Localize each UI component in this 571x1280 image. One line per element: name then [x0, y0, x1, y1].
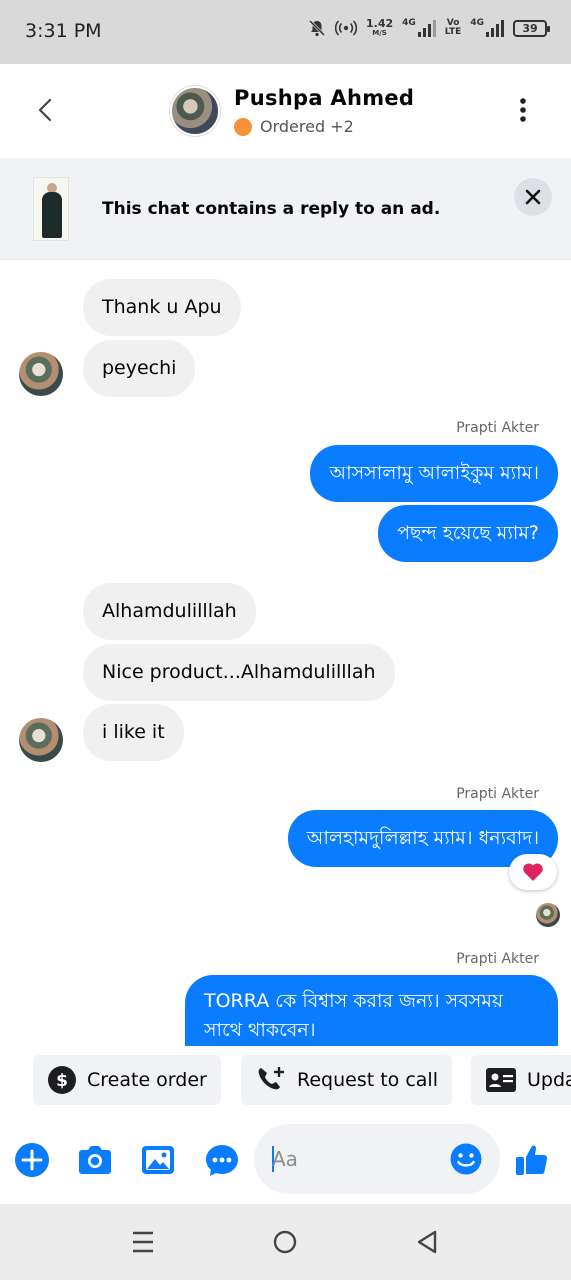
chat-dots-icon	[206, 1145, 238, 1176]
message-composer	[0, 1118, 571, 1204]
incoming-message[interactable]: Thank u Apu	[83, 279, 241, 336]
sender-avatar[interactable]	[19, 718, 63, 762]
system-back-button[interactable]	[409, 1224, 445, 1260]
outgoing-message[interactable]: আসসালামু আলাইকুম ম্যাম।	[310, 445, 558, 502]
quick-actions-bar[interactable]: $ Create order Request to call Upda	[0, 1046, 571, 1118]
ad-reply-banner: This chat contains a reply to an ad.	[0, 158, 571, 260]
incoming-message[interactable]: peyechi	[83, 340, 196, 397]
create-order-button[interactable]: $ Create order	[33, 1055, 221, 1105]
status-dot	[234, 117, 252, 136]
heart-icon	[523, 863, 543, 881]
request-call-button[interactable]: Request to call	[241, 1055, 452, 1105]
gallery-button[interactable]	[138, 1140, 178, 1180]
ad-thumbnail[interactable]	[33, 177, 69, 241]
chat-header: Pushpa Ahmed Ordered +2	[0, 64, 571, 158]
incoming-message[interactable]: Nice product...Alhamdulilllah	[83, 644, 395, 701]
signal-bars-icon	[417, 19, 436, 37]
phone-plus-icon	[258, 1067, 284, 1090]
network-type-1: 4G	[402, 18, 416, 28]
status-icons: 1.42 M/S 4G Vo LTE 4G 39	[308, 18, 550, 38]
update-label: Upda	[527, 1069, 571, 1091]
data-speed: 1.42 M/S	[366, 18, 393, 38]
more-options-button[interactable]	[508, 92, 538, 128]
like-button[interactable]	[513, 1140, 553, 1180]
sender-name: Prapti Akter	[456, 951, 539, 967]
close-banner-button[interactable]	[514, 178, 552, 216]
back-button[interactable]	[28, 92, 64, 128]
update-button[interactable]: Upda	[471, 1055, 571, 1105]
dollar-circle-icon: $	[48, 1066, 76, 1094]
contact-card-icon	[486, 1068, 516, 1092]
ad-banner-text: This chat contains a reply to an ad.	[102, 199, 441, 219]
contact-avatar[interactable]	[170, 86, 220, 136]
add-button[interactable]	[12, 1140, 52, 1180]
seen-receipt-avatar	[536, 903, 560, 927]
data-speed-unit: M/S	[372, 29, 387, 37]
kebab-menu-icon	[520, 98, 526, 122]
network-type-2: 4G	[470, 18, 484, 28]
data-speed-value: 1.42	[366, 17, 394, 30]
sender-avatar[interactable]	[19, 352, 63, 396]
image-icon	[142, 1146, 174, 1174]
status-bar: 3:31 PM 1.42 M/S 4G Vo LTE 4G 39	[0, 0, 571, 64]
volte-indicator: Vo LTE	[445, 19, 462, 37]
contact-name[interactable]: Pushpa Ahmed	[234, 86, 414, 110]
recent-apps-button[interactable]	[125, 1224, 161, 1260]
triangle-back-icon	[417, 1230, 437, 1254]
outgoing-message[interactable]: TORRA কে বিশ্বাস করার জন্য। সবসময় সাথে …	[185, 975, 558, 1046]
camera-icon	[79, 1146, 111, 1174]
sender-name: Prapti Akter	[456, 786, 539, 802]
system-nav-bar	[0, 1204, 571, 1280]
create-order-label: Create order	[87, 1069, 207, 1091]
circle-home-icon	[273, 1230, 297, 1254]
sender-name: Prapti Akter	[456, 420, 539, 436]
close-icon	[525, 189, 541, 205]
messenger-apps-button[interactable]	[202, 1140, 242, 1180]
signal-1: 4G	[402, 19, 436, 37]
status-label: Ordered +2	[260, 117, 354, 136]
message-input[interactable]	[272, 1143, 442, 1175]
message-input-pill[interactable]	[254, 1124, 500, 1194]
mute-bell-icon	[308, 19, 326, 37]
signal-2: 4G	[470, 19, 504, 37]
status-time: 3:31 PM	[25, 20, 102, 42]
home-button[interactable]	[267, 1224, 303, 1260]
plus-circle-icon	[15, 1143, 49, 1177]
hotspot-icon	[335, 20, 357, 36]
message-list[interactable]: Thank u Apu peyechi Prapti Akter আসসালাম…	[0, 260, 571, 1046]
camera-button[interactable]	[75, 1140, 115, 1180]
volte-bottom: LTE	[444, 27, 462, 37]
battery-icon: 39	[513, 19, 550, 37]
chevron-left-icon	[38, 98, 52, 122]
request-call-label: Request to call	[297, 1069, 438, 1091]
svg-text:$: $	[56, 1071, 68, 1091]
ad-thumbnail-dress	[42, 192, 62, 238]
contact-status[interactable]: Ordered +2	[234, 117, 354, 136]
heart-reaction[interactable]	[509, 854, 557, 890]
emoji-icon[interactable]	[449, 1142, 483, 1176]
signal-bars-icon	[486, 19, 504, 37]
menu-lines-icon	[133, 1231, 153, 1253]
outgoing-message[interactable]: পছন্দ হয়েছে ম্যাম?	[378, 505, 558, 562]
incoming-message[interactable]: Alhamdulilllah	[83, 583, 256, 640]
incoming-message[interactable]: i like it	[83, 704, 184, 761]
thumbs-up-icon	[516, 1145, 548, 1175]
